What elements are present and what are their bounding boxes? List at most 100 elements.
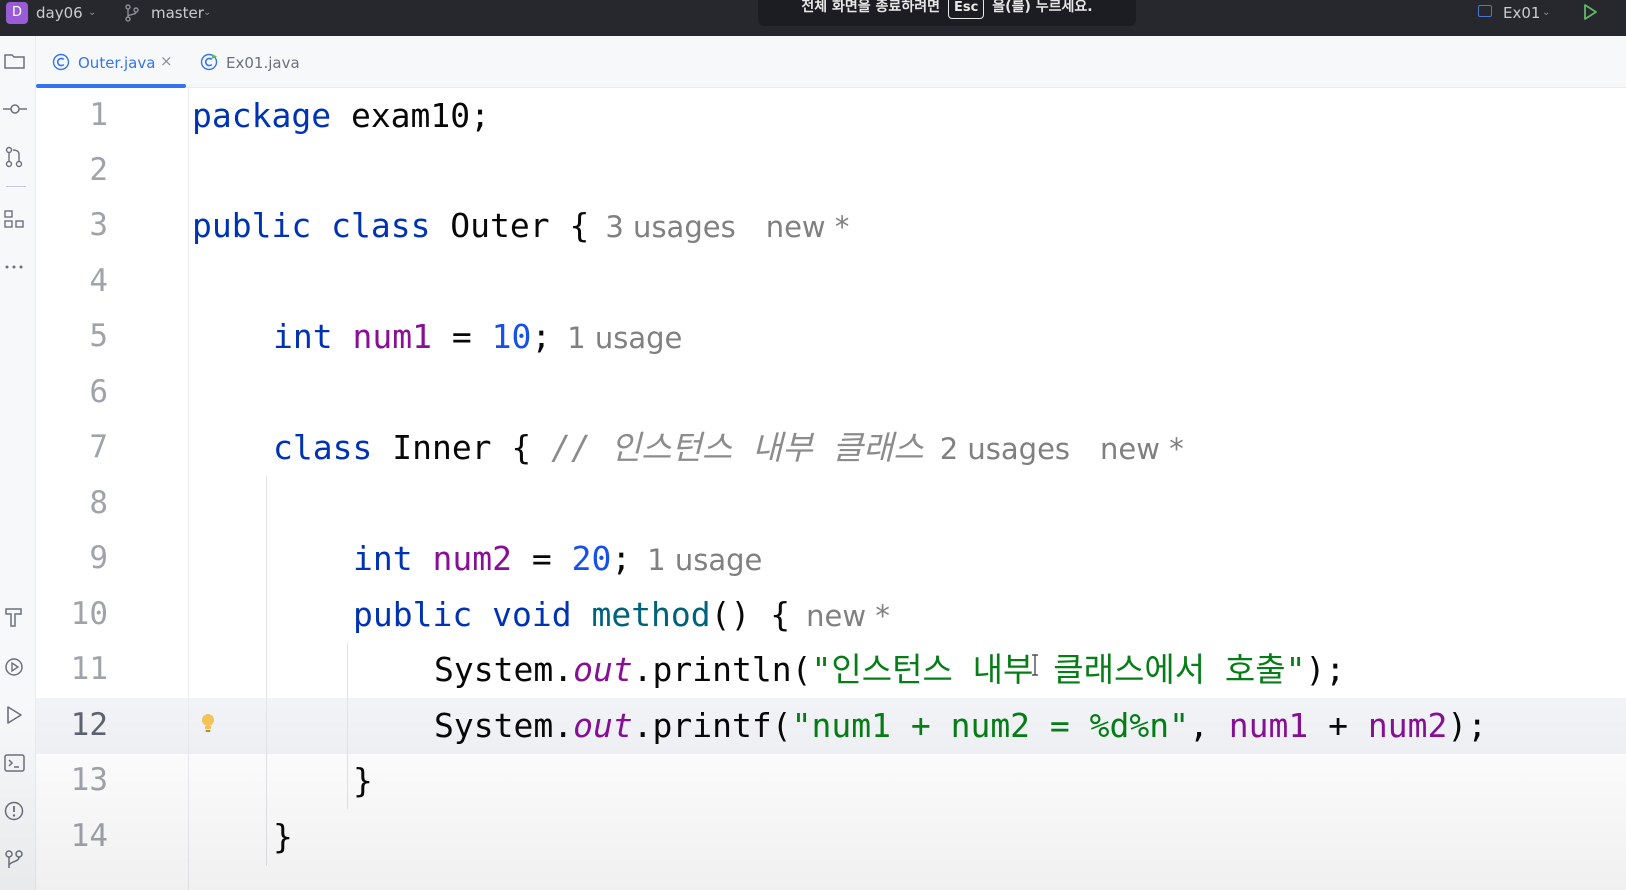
field-name: num1 xyxy=(352,317,432,356)
code-text[interactable]: public void method() {new * xyxy=(353,587,890,644)
code-text[interactable]: int num2 = 20; 1 usage xyxy=(353,531,762,588)
system-class: System. xyxy=(434,706,574,745)
line-number[interactable]: 6 xyxy=(36,365,108,420)
code-line-13: 13 } xyxy=(36,753,1626,808)
line-number[interactable]: 13 xyxy=(36,753,108,808)
keyword: public xyxy=(192,206,312,245)
usages-hint[interactable]: 1 usage xyxy=(647,543,762,577)
code-line-5: 5 int num1 = 10; 1 usage xyxy=(36,309,1626,364)
method-signature: () { xyxy=(710,595,791,634)
runnable-class-icon xyxy=(200,53,218,71)
code-text[interactable]: System.out.println("인스턴스 내부 클래스에서 호출"); xyxy=(434,642,1345,697)
statement-end: ); xyxy=(1447,706,1488,745)
git-icon[interactable] xyxy=(3,848,27,870)
package-name: exam10; xyxy=(331,96,491,135)
code-text[interactable]: } xyxy=(353,753,373,808)
argument-separator: , xyxy=(1189,706,1229,745)
line-number[interactable]: 7 xyxy=(36,420,108,475)
line-number[interactable]: 12 xyxy=(36,698,108,753)
author-hint[interactable]: new * xyxy=(1100,432,1184,466)
keyword: int xyxy=(273,317,333,356)
class-declaration: Inner { xyxy=(372,428,552,467)
chevron-down-icon[interactable]: ⌄ xyxy=(203,7,211,18)
run-button-icon[interactable] xyxy=(1582,3,1598,21)
line-number[interactable]: 9 xyxy=(36,531,108,586)
number-literal: 20 xyxy=(571,539,612,578)
editor-tab-bar: Outer.java × Ex01.java xyxy=(36,36,1626,88)
operator: + xyxy=(1308,706,1368,745)
keyword: class xyxy=(273,428,373,467)
code-line-4: 4 xyxy=(36,254,1626,309)
keyword: void xyxy=(492,595,572,634)
build-icon[interactable] xyxy=(3,606,27,628)
author-hint[interactable]: new * xyxy=(806,599,890,633)
line-number[interactable]: 3 xyxy=(36,198,108,253)
line-number[interactable]: 1 xyxy=(36,88,108,143)
left-tool-strip xyxy=(0,36,36,890)
code-editor[interactable]: 1 package exam10; 2 3 public class Outer… xyxy=(36,88,1626,890)
project-name[interactable]: day06 xyxy=(36,4,83,22)
code-text[interactable]: } xyxy=(273,809,293,864)
title-bar: D day06 ⌄ master ⌄ 전체 화면을 종료하려면 Esc 을(를) 누… xyxy=(0,0,1626,36)
code-line-11: 11 System.out.println("인스턴스 내부 클래스에서 호출"… xyxy=(36,642,1626,697)
line-number[interactable]: 4 xyxy=(36,254,108,309)
keyword: class xyxy=(331,206,431,245)
branch-name[interactable]: master xyxy=(151,4,204,22)
branch-icon xyxy=(125,4,139,22)
code-text[interactable]: package exam10; xyxy=(192,88,490,143)
line-number[interactable]: 5 xyxy=(36,309,108,364)
code-text[interactable]: System.out.printf("num1 + num2 = %d%n", … xyxy=(434,698,1487,753)
operator: = xyxy=(431,317,492,356)
system-class: System. xyxy=(434,650,574,689)
number-literal: 10 xyxy=(491,317,532,356)
usages-hint[interactable]: 2 usages xyxy=(940,432,1070,466)
line-number[interactable]: 2 xyxy=(36,143,108,198)
usages-hint[interactable]: 1 usage xyxy=(567,321,682,355)
class-declaration: Outer { xyxy=(430,206,590,245)
close-icon[interactable]: × xyxy=(160,52,173,70)
keyword: int xyxy=(353,539,413,578)
tab-label: Ex01.java xyxy=(226,54,300,72)
code-line-9: 9 int num2 = 20; 1 usage xyxy=(36,531,1626,586)
tab-outer-java[interactable]: Outer.java × xyxy=(36,36,186,88)
tab-label: Outer.java xyxy=(78,54,156,72)
terminal-icon[interactable] xyxy=(3,752,27,774)
pull-requests-icon[interactable] xyxy=(3,146,27,168)
line-number[interactable]: 14 xyxy=(36,809,108,864)
folder-icon[interactable] xyxy=(3,50,27,72)
code-text[interactable]: public class Outer { 3 usages new * xyxy=(192,198,849,255)
text-cursor-icon xyxy=(1032,654,1038,676)
code-text[interactable]: int num1 = 10; 1 usage xyxy=(273,309,682,366)
run-config-selector[interactable]: Ex01 xyxy=(1503,4,1540,22)
closing-brace: } xyxy=(353,761,373,800)
line-number[interactable]: 10 xyxy=(36,587,108,642)
line-number[interactable]: 11 xyxy=(36,642,108,697)
problems-icon[interactable] xyxy=(3,800,27,822)
structure-icon[interactable] xyxy=(3,208,27,230)
esc-key-badge: Esc xyxy=(947,0,985,19)
semicolon: ; xyxy=(611,539,632,578)
code-line-6: 6 xyxy=(36,365,1626,420)
static-field: out xyxy=(573,706,633,745)
commit-icon[interactable] xyxy=(3,98,27,120)
chevron-down-icon[interactable]: ⌄ xyxy=(1542,7,1550,18)
lightbulb-icon[interactable] xyxy=(200,712,216,736)
keyword: public xyxy=(353,595,473,634)
code-line-10: 10 public void method() {new * xyxy=(36,587,1626,642)
code-line-7: 7 class Inner { // 인스턴스 내부 클래스 2 usages ne… xyxy=(36,420,1626,475)
project-badge[interactable]: D xyxy=(6,2,28,24)
line-comment: // 인스턴스 내부 클래스 xyxy=(551,428,924,467)
run-icon[interactable] xyxy=(3,704,27,726)
tab-ex01-java[interactable]: Ex01.java xyxy=(184,36,314,88)
usages-hint[interactable]: 3 usages xyxy=(605,210,735,244)
services-icon[interactable] xyxy=(3,656,27,678)
code-text[interactable]: class Inner { // 인스턴스 내부 클래스 2 usages new … xyxy=(273,420,1184,477)
semicolon: ; xyxy=(531,317,552,356)
line-number[interactable]: 8 xyxy=(36,476,108,531)
string-literal: "인스턴스 내부 클래스에서 호출" xyxy=(811,650,1306,689)
more-icon[interactable] xyxy=(3,256,27,278)
chevron-down-icon[interactable]: ⌄ xyxy=(88,7,96,18)
code-line-3: 3 public class Outer { 3 usages new * xyxy=(36,198,1626,253)
class-c-icon xyxy=(52,53,70,71)
author-hint[interactable]: new * xyxy=(766,210,850,244)
